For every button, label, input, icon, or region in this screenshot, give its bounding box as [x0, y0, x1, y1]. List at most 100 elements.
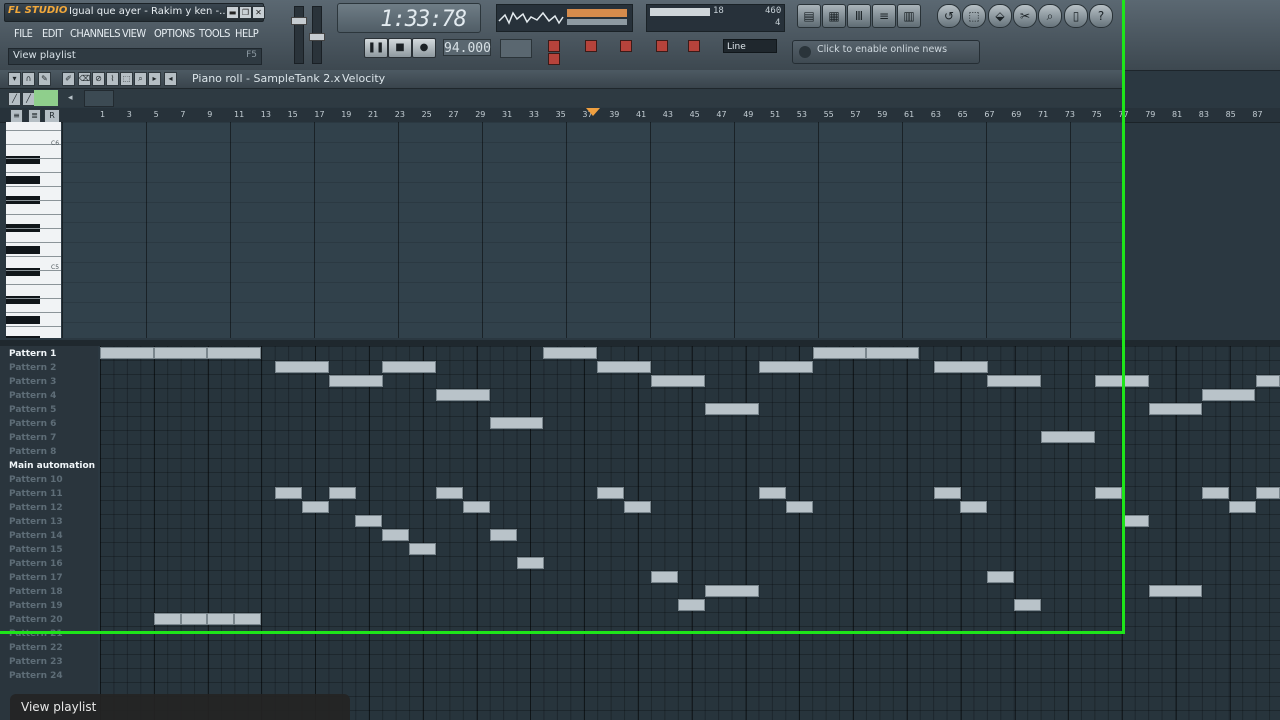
- export-icon[interactable]: ⬙: [988, 4, 1012, 28]
- title-bar[interactable]: FL STUDIO Igual que ayer - Rakim y ken -…: [4, 3, 265, 22]
- mode-toggle-1[interactable]: [548, 40, 560, 52]
- playlist-grid[interactable]: [100, 346, 1280, 720]
- pattern-clip[interactable]: [759, 361, 813, 373]
- delete-tool-icon[interactable]: ⌫: [78, 72, 91, 86]
- pattern-clip[interactable]: [517, 557, 544, 569]
- track-name[interactable]: Pattern 14: [9, 531, 63, 541]
- pattern-clip[interactable]: [1095, 487, 1122, 499]
- list-icon[interactable]: ≣: [28, 109, 41, 123]
- pattern-clip[interactable]: [705, 403, 759, 415]
- menu-tools[interactable]: TOOLS: [199, 27, 230, 40]
- slice-tool-icon[interactable]: ⌇: [106, 72, 119, 86]
- track-name[interactable]: Pattern 15: [9, 545, 63, 555]
- track-name[interactable]: Pattern 10: [9, 475, 63, 485]
- record-button[interactable]: ●: [412, 38, 436, 58]
- options-arrow-icon[interactable]: ▾: [8, 72, 21, 86]
- zoom-tool-icon[interactable]: ⌕: [134, 72, 147, 86]
- pattern-clip[interactable]: [934, 361, 988, 373]
- track-name[interactable]: Pattern 20: [9, 615, 63, 625]
- pattern-clip[interactable]: [329, 375, 383, 387]
- pattern-clip[interactable]: [543, 347, 597, 359]
- pattern-clip[interactable]: [651, 571, 678, 583]
- track-name[interactable]: Main automation: [9, 461, 95, 471]
- stop-button[interactable]: ■: [388, 38, 412, 58]
- track-name[interactable]: Pattern 22: [9, 643, 63, 653]
- pattern-clip[interactable]: [207, 613, 234, 625]
- mode-toggle-4[interactable]: [620, 40, 632, 52]
- piano-roll-grid[interactable]: [62, 122, 1122, 338]
- track-name[interactable]: Pattern 12: [9, 503, 63, 513]
- pattern-clip[interactable]: [934, 487, 961, 499]
- black-key[interactable]: [6, 246, 40, 254]
- track-name[interactable]: Pattern 8: [9, 447, 56, 457]
- draw-tool-icon[interactable]: ✎: [38, 72, 51, 86]
- song-position-display[interactable]: 1:33:78: [337, 3, 481, 33]
- track-name[interactable]: Pattern 2: [9, 363, 56, 373]
- pattern-clip[interactable]: [624, 501, 651, 513]
- minimize-button[interactable]: ▬: [226, 6, 239, 19]
- scroll-left-icon[interactable]: ◂: [68, 93, 73, 103]
- undo-icon[interactable]: ↺: [937, 4, 961, 28]
- master-pitch-slider[interactable]: [309, 6, 325, 64]
- piano-roll-title[interactable]: Piano roll - SampleTank 2.x: [192, 72, 340, 85]
- browser-icon[interactable]: ≡: [872, 4, 896, 28]
- maximize-button[interactable]: ❐: [239, 6, 252, 19]
- pattern-clip[interactable]: [302, 501, 329, 513]
- track-name[interactable]: Pattern 6: [9, 419, 56, 429]
- track-name[interactable]: Pattern 16: [9, 559, 63, 569]
- black-key[interactable]: [6, 176, 40, 184]
- pattern-clip[interactable]: [987, 571, 1014, 583]
- pattern-clip[interactable]: [181, 613, 207, 625]
- document-icon[interactable]: ▯: [1064, 4, 1088, 28]
- track-name[interactable]: Pattern 11: [9, 489, 63, 499]
- pattern-clip[interactable]: [275, 361, 329, 373]
- pitch-knob[interactable]: [309, 33, 325, 41]
- track-name[interactable]: Pattern 18: [9, 587, 63, 597]
- help-icon[interactable]: ?: [1089, 4, 1113, 28]
- close-button[interactable]: ✕: [252, 6, 265, 19]
- pattern-clip[interactable]: [813, 347, 866, 359]
- piano-roll-icon[interactable]: Ⅲ: [847, 4, 871, 28]
- mute-tool-icon[interactable]: ⊘: [92, 72, 105, 86]
- magnifier-icon[interactable]: ⌕: [1038, 4, 1062, 28]
- track-name[interactable]: Pattern 17: [9, 573, 63, 583]
- mode-toggle-2[interactable]: [548, 53, 560, 65]
- pattern-clip[interactable]: [1122, 515, 1149, 527]
- pattern-clip[interactable]: [100, 347, 154, 359]
- pattern-clip[interactable]: [1149, 403, 1202, 415]
- menu-edit[interactable]: EDIT: [42, 27, 63, 40]
- track-name[interactable]: Pattern 3: [9, 377, 56, 387]
- menu-file[interactable]: FILE: [14, 27, 33, 40]
- pattern-clip[interactable]: [382, 361, 436, 373]
- pattern-clip[interactable]: [1095, 375, 1149, 387]
- pattern-clip[interactable]: [651, 375, 705, 387]
- pattern-clip[interactable]: [1041, 431, 1095, 443]
- pattern-clip[interactable]: [960, 501, 987, 513]
- pattern-clip[interactable]: [987, 375, 1041, 387]
- track-name[interactable]: Pattern 13: [9, 517, 63, 527]
- pattern-clip[interactable]: [786, 501, 813, 513]
- mixer-icon[interactable]: ▥: [897, 4, 921, 28]
- black-key[interactable]: [6, 316, 40, 324]
- volume-knob[interactable]: [291, 17, 307, 25]
- pattern-clip[interactable]: [355, 515, 382, 527]
- piano-keyboard[interactable]: C6 C5: [6, 122, 61, 338]
- pattern-clip[interactable]: [1229, 501, 1256, 513]
- pattern-clip[interactable]: [382, 529, 409, 541]
- menu-options[interactable]: OPTIONS: [154, 27, 195, 40]
- step-sequencer-icon[interactable]: ▦: [822, 4, 846, 28]
- pattern-clip[interactable]: [329, 487, 356, 499]
- timeline-ruler[interactable]: ≡ ≣ R 1 3 5 7 9 11 13 15 17 19 21 23 25 27 29 31 33 35 37 3…: [0, 108, 1280, 123]
- magnet-icon[interactable]: ∩: [22, 72, 35, 86]
- pattern-clip[interactable]: [490, 529, 517, 541]
- track-name[interactable]: Pattern 21: [9, 629, 63, 639]
- pause-button[interactable]: ❚❚: [364, 38, 388, 58]
- track-name[interactable]: Pattern 1: [9, 349, 56, 359]
- pattern-clip[interactable]: [207, 347, 261, 359]
- track-name[interactable]: Pattern 23: [9, 657, 63, 667]
- master-volume-slider[interactable]: [291, 6, 307, 64]
- pattern-clip[interactable]: [1202, 389, 1255, 401]
- pattern-clip[interactable]: [759, 487, 786, 499]
- track-name[interactable]: Pattern 19: [9, 601, 63, 611]
- pattern-clip[interactable]: [1256, 375, 1280, 387]
